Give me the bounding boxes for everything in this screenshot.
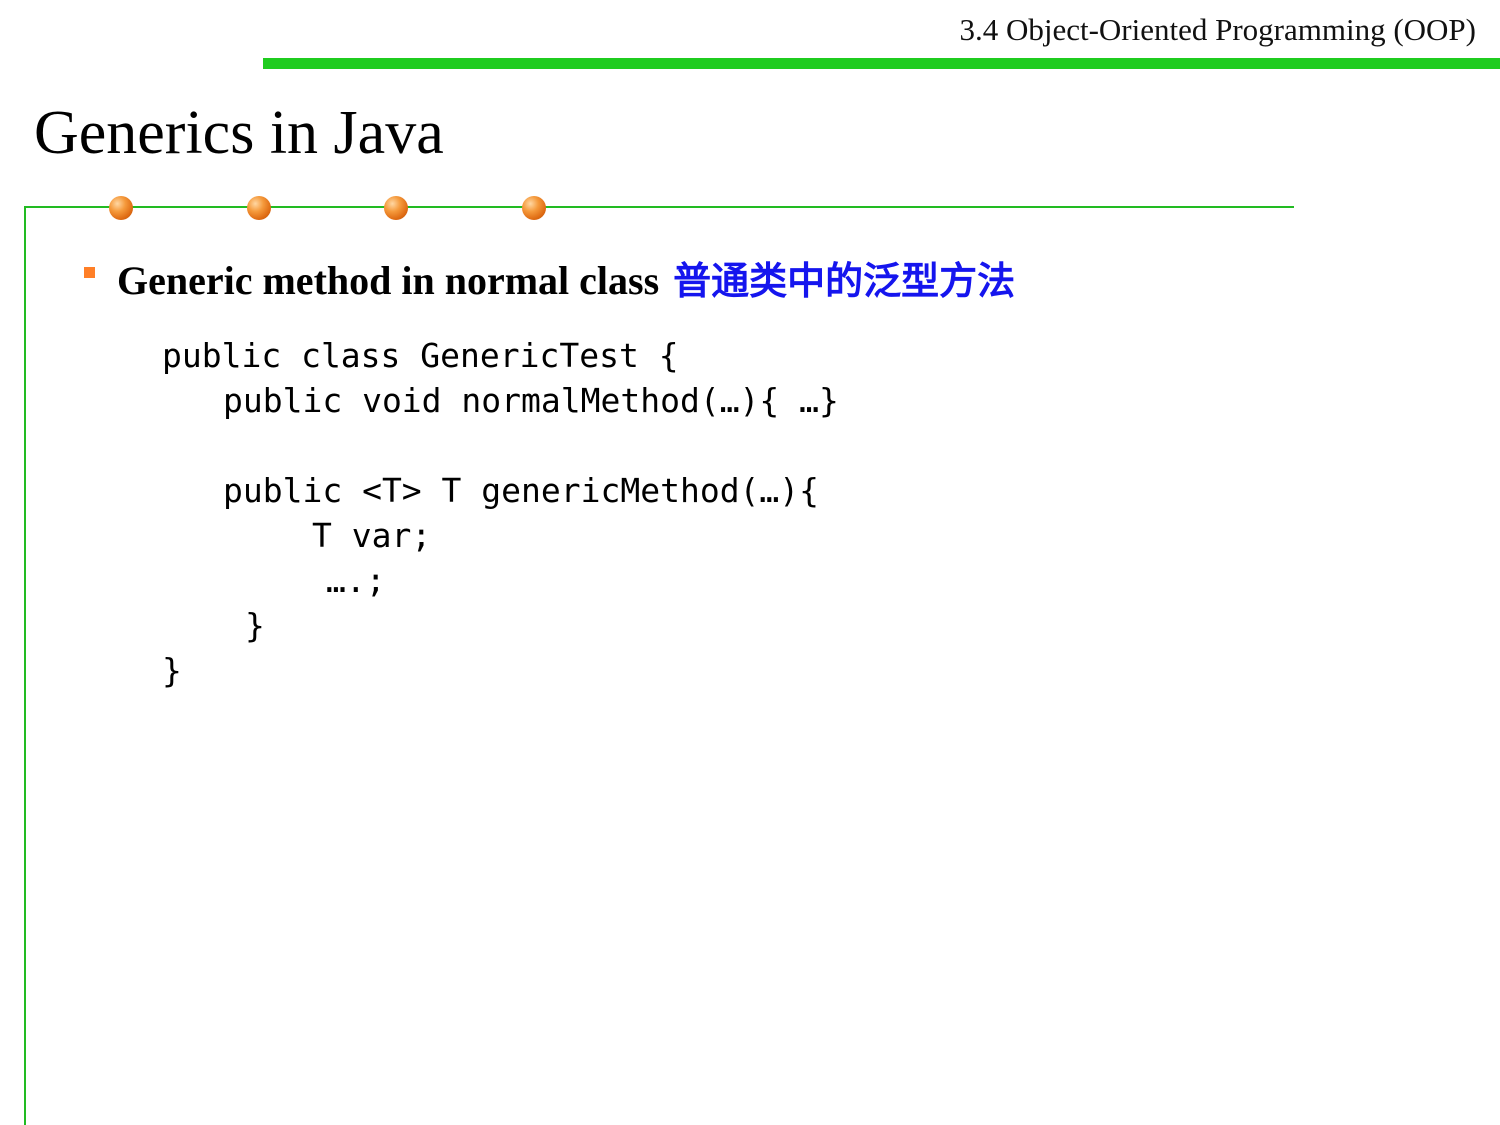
code-line: T var;: [312, 516, 432, 555]
bullet-text: Generic method in normal class 普通类中的泛型方法: [117, 250, 1015, 305]
decorative-dot-3: [384, 196, 408, 220]
code-line: }: [245, 606, 265, 645]
code-line: public <T> T genericMethod(…){: [223, 471, 820, 510]
code-line: }: [162, 651, 182, 690]
code-line: public void normalMethod(…){ …}: [223, 381, 839, 420]
decorative-dot-1: [109, 196, 133, 220]
code-line: public class GenericTest {: [162, 336, 679, 375]
decorative-dot-2: [247, 196, 271, 220]
content-frame-top-line: [24, 206, 1294, 208]
square-bullet-icon: [84, 267, 95, 278]
header-accent-bar: [263, 58, 1500, 69]
bullet-text-chinese: 普通类中的泛型方法: [673, 259, 1016, 303]
slide-title: Generics in Java: [34, 99, 444, 167]
bullet-text-english: Generic method in normal class: [117, 258, 660, 303]
section-header: 3.4 Object-Oriented Programming (OOP): [959, 12, 1476, 47]
decorative-dot-4: [522, 196, 546, 220]
code-line: ….;: [326, 561, 386, 600]
content-frame-left-line: [24, 206, 26, 1125]
